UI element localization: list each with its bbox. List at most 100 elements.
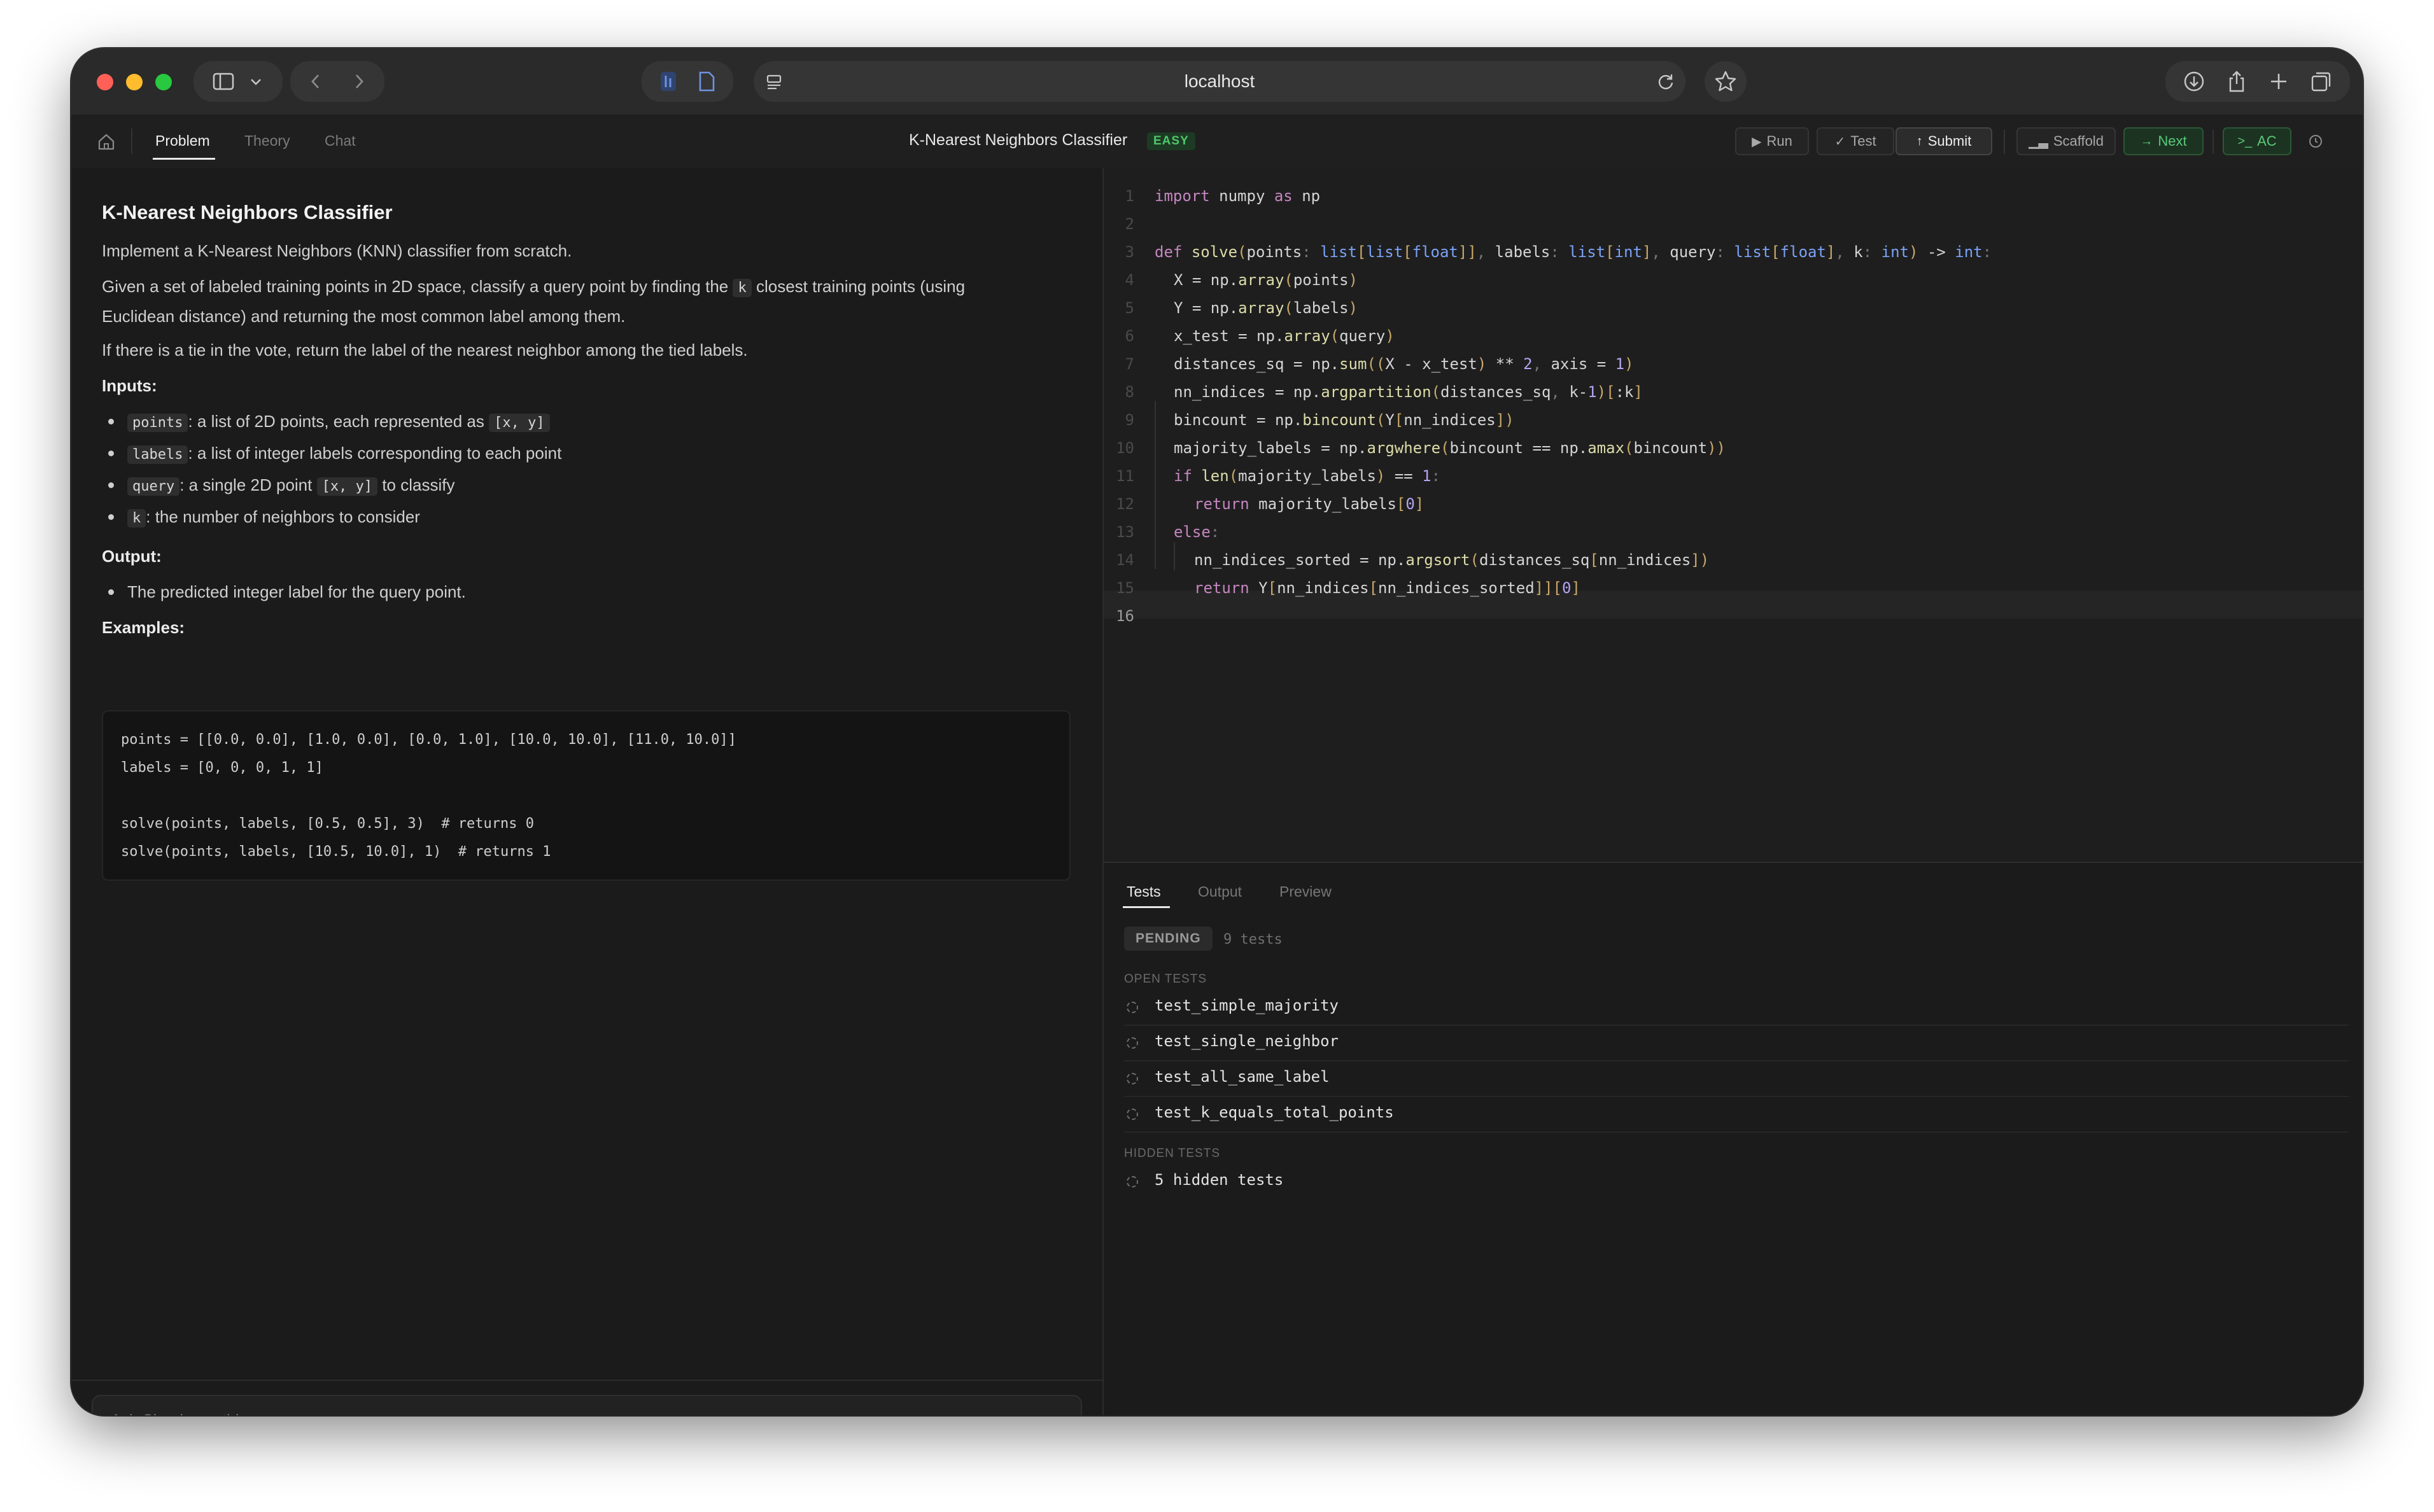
code-line: else: [1174,523,1220,541]
reload-icon[interactable] [1656,72,1675,91]
tests-panel: Tests Output Preview PENDING 9 tests OPE… [1104,862,2363,1415]
ask-claude-input[interactable] [92,1395,1082,1415]
list-item-text: labels: a list of integer labels corresp… [127,439,561,469]
line-number: 9 [1125,411,1134,429]
code-line: solve(points, labels, [10.5, 10.0], 1) #… [121,844,551,860]
line-number: 13 [1116,523,1134,541]
pending-spinner-icon [1127,1037,1138,1049]
line-number: 16 [1116,607,1134,625]
run-label: Run [1766,133,1792,149]
code-line: x_test = np.array(query) [1174,327,1395,345]
active-tab-indicator [153,158,215,160]
tab-preview[interactable]: Preview [1279,883,1332,900]
test-name: test_all_same_label [1155,1068,1330,1086]
code-line: bincount = np.bincount(Y[nn_indices]) [1174,411,1514,429]
pending-spinner-icon [1127,1176,1138,1187]
divider [2212,130,2214,154]
tab-problem[interactable]: Problem [155,132,210,150]
run-button[interactable]: ▶ Run [1735,127,1809,155]
test-row[interactable]: test_k_equals_total_points [1124,1096,2349,1133]
test-row[interactable]: test_simple_majority [1124,989,2349,1026]
tab-theory[interactable]: Theory [244,132,290,150]
tab-overview-icon[interactable] [2311,71,2332,92]
pending-spinner-icon [1127,1073,1138,1084]
desc-text-a: Given a set of labeled training points i… [102,277,729,296]
test-row[interactable]: test_single_neighbor [1124,1025,2349,1061]
close-window-button[interactable] [97,74,113,90]
divider [131,129,132,154]
code-line: nn_indices_sorted = np.argsort(distances… [1194,551,1710,569]
code-line: return Y[nn_indices[nn_indices_sorted]][… [1194,579,1580,597]
check-icon: ✓ [1834,134,1846,149]
address-bar[interactable]: localhost [754,61,1685,102]
line-number: 4 [1125,271,1134,289]
scaffold-button[interactable]: ▁▃ Scaffold [2016,127,2116,155]
item-text: : the number of neighbors to consider [146,507,420,526]
submit-label: Submit [1927,133,1972,149]
code-line: return majority_labels[0] [1194,495,1425,513]
inline-code: [x, y] [489,414,550,432]
browser-actions [2165,61,2350,102]
maximize-window-button[interactable] [155,74,172,90]
inline-code: k [733,279,752,297]
code-editor[interactable]: 1 2 3 4 5 6 7 8 9 10 11 12 13 14 15 16 i… [1104,168,2363,862]
bullet [108,589,114,595]
timer-button[interactable] [2298,127,2333,155]
desc-text-b: closest training points (using [756,277,966,296]
line-number: 2 [1125,215,1134,233]
line-number: 1 [1125,187,1134,205]
tab-tests[interactable]: Tests [1127,883,1161,900]
pending-spinner-icon [1127,1109,1138,1120]
bookmark-button[interactable] [1705,61,1747,102]
test-row: 5 hidden tests [1124,1163,2349,1199]
line-number: 6 [1125,327,1134,345]
new-tab-icon[interactable] [2269,72,2288,91]
line-number: 15 [1116,579,1134,597]
bullet [108,451,114,456]
code-line: solve(points, labels, [0.5, 0.5], 3) # r… [121,816,535,832]
extensions-group [642,61,733,102]
extension-icon[interactable] [659,71,677,92]
submit-button[interactable]: ↑ Submit [1896,127,1992,155]
list-item: The predicted integer label for the quer… [102,578,1069,610]
code-line: import numpy as np [1155,187,1321,205]
ac-button[interactable]: >_ AC [2223,127,2291,155]
arrow-up-icon: ↑ [1916,134,1923,148]
code-line: majority_labels = np.argwhere(bincount =… [1174,439,1726,457]
examples-heading: Examples: [102,618,185,637]
minimize-window-button[interactable] [126,74,143,90]
problem-intro: Implement a K-Nearest Neighbors (KNN) cl… [102,241,572,260]
app-toolbar: Problem Theory Chat K-Nearest Neighbors … [71,115,2363,169]
item-text: to classify [382,475,455,494]
inline-code: labels [127,445,188,464]
tab-output[interactable]: Output [1198,883,1242,900]
sidebar-toggle-button[interactable] [193,61,283,102]
bar-chart-icon: ▁▃ [2029,134,2048,149]
back-icon[interactable] [308,73,323,90]
problem-desc: Given a set of labeled training points i… [102,272,1069,330]
home-icon[interactable] [97,132,116,151]
code-line: nn_indices = np.argpartition(distances_s… [1174,383,1643,401]
star-icon [1715,71,1736,92]
code-line: distances_sq = np.sum((X - x_test) ** 2,… [1174,355,1634,373]
test-button[interactable]: ✓ Test [1817,127,1894,155]
test-row[interactable]: test_all_same_label [1124,1060,2349,1097]
document-icon[interactable] [698,71,715,92]
code-line: X = np.array(points) [1174,271,1358,289]
share-icon[interactable] [2227,70,2246,93]
download-icon[interactable] [2183,71,2205,92]
item-text: : a list of integer labels corresponding… [188,444,562,463]
test-name: test_k_equals_total_points [1155,1103,1394,1121]
next-button[interactable]: → Next [2123,127,2204,155]
item-text: : a list of 2D points, each represented … [188,412,484,431]
tab-chat[interactable]: Chat [325,132,356,150]
terminal-icon: >_ [2237,134,2253,148]
bullet [108,482,114,488]
list-item: query: a single 2D point [x, y] to class… [102,471,1069,503]
arrow-right-icon: → [2140,134,2153,148]
problem-title: K-Nearest Neighbors Classifier [909,131,1128,149]
browser-window: localhost Problem Theory Chat K-Nearest … [71,48,2363,1415]
forward-icon[interactable] [351,73,367,90]
list-item-text: points: a list of 2D points, each repres… [127,407,550,437]
list-item: points: a list of 2D points, each repres… [102,407,1069,439]
